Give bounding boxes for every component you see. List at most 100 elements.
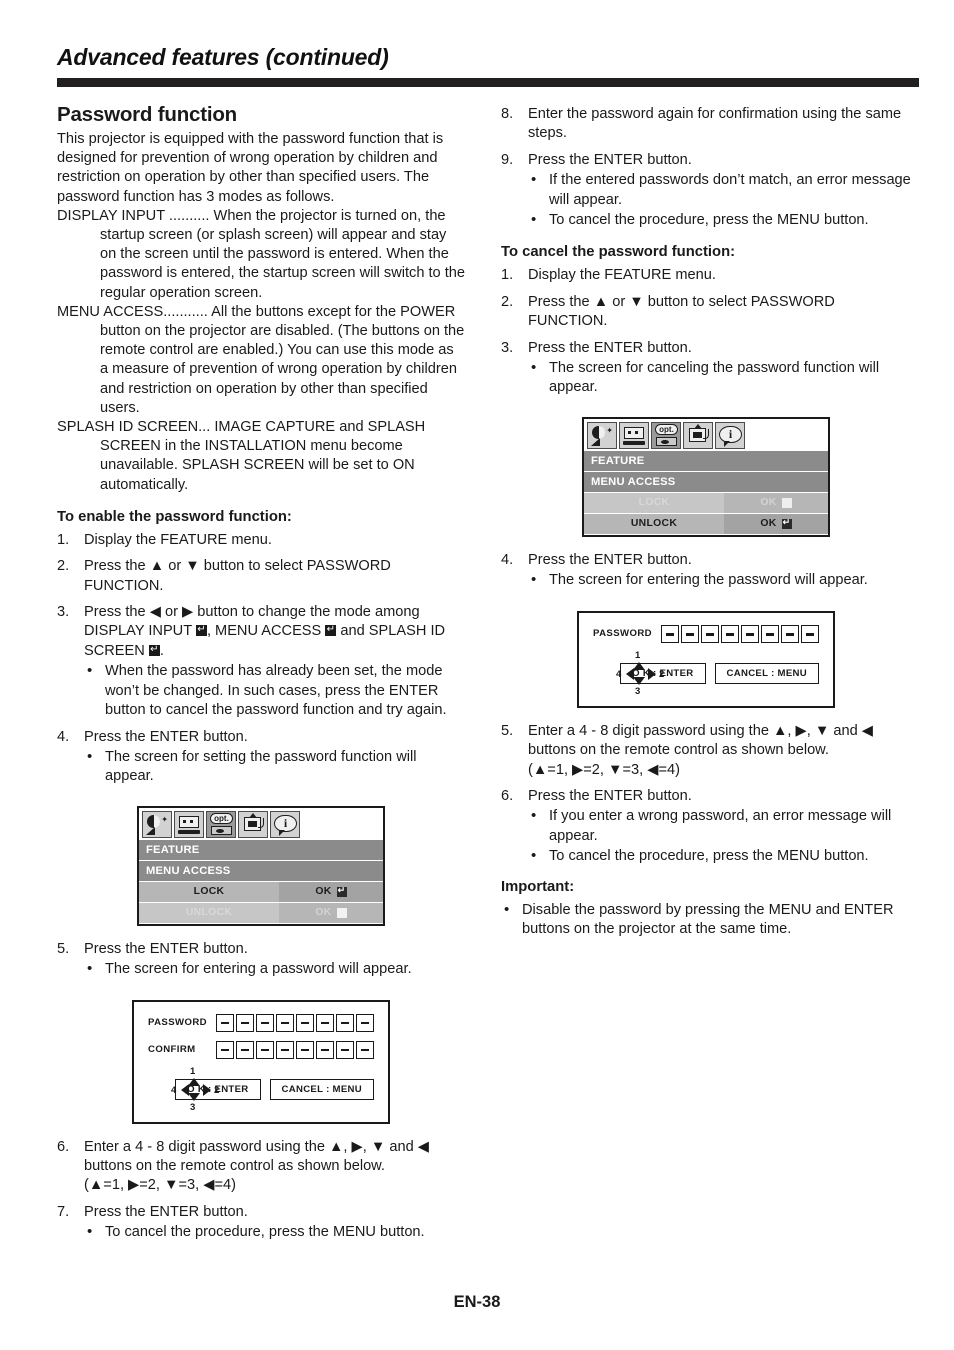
step-item: 2. Press the ▲ or ▼ button to select PAS… (57, 557, 465, 596)
digit-cell[interactable] (236, 1013, 254, 1032)
video-tab-icon[interactable] (619, 421, 649, 449)
digit-cell[interactable] (276, 1040, 294, 1059)
osd-menu-lock: ✦ opt. i FEATURE MENU ACCESS LOCK OK ↵ U… (137, 805, 385, 926)
step-item: 9. Press the ENTER button. If the entere… (501, 151, 911, 231)
digit-cell[interactable] (336, 1040, 354, 1059)
opt-tab-label: opt. (655, 423, 678, 435)
digit-cell[interactable] (701, 624, 719, 643)
arrow-down-icon (188, 1092, 200, 1101)
digit-cell[interactable] (236, 1040, 254, 1059)
dpad-right-label: 2 (659, 668, 665, 680)
osd-row-unlock[interactable]: UNLOCK OK (139, 902, 383, 924)
ok-label: OK (760, 518, 777, 530)
left-column: Password function This projector is equi… (57, 103, 465, 1250)
video-tab-icon[interactable] (174, 810, 204, 838)
cancel-menu-button[interactable]: CANCEL : MENU (269, 1079, 374, 1101)
image-tab-icon[interactable]: ✦ (142, 810, 172, 838)
digit-cell[interactable] (276, 1013, 294, 1032)
digit-cell[interactable] (336, 1013, 354, 1032)
bullet-item: When the password has already been set, … (84, 661, 465, 720)
osd-tab-strip: ✦ opt. i (139, 807, 383, 840)
osd-row-menu-access: MENU ACCESS (584, 471, 828, 493)
ok-label: OK (315, 907, 332, 919)
step-text: Enter a 4 - 8 digit password using the ▲… (528, 722, 873, 759)
digit-cell[interactable] (256, 1013, 274, 1032)
password-digit-boxes[interactable] (661, 624, 819, 643)
important-bullets: Disable the password by pressing the MEN… (501, 900, 911, 940)
enable-password-heading: To enable the password function: (57, 508, 292, 525)
step-number: 1. (57, 531, 70, 548)
digit-cell[interactable] (741, 624, 759, 643)
enable-steps-continued: 8. Enter the password again for confirma… (501, 105, 911, 230)
enter-key-icon (781, 517, 792, 529)
digit-cell[interactable] (316, 1040, 334, 1059)
password-digit-boxes[interactable] (216, 1013, 374, 1032)
dpad-left-label: 4 (171, 1084, 177, 1096)
step-bullets: The screen for canceling the password fu… (528, 358, 911, 398)
step-number: 6. (57, 1138, 70, 1155)
opt-tab-icon[interactable]: opt. (651, 421, 681, 449)
info-tab-label: i (719, 425, 742, 447)
step-number: 9. (501, 151, 514, 168)
dpad-right-label: 2 (214, 1084, 220, 1096)
password-figure-wrapper: PASSWORD CONFIRM 1 2 3 4 O K: ENTER CAN… (57, 987, 465, 1124)
digit-cell[interactable] (296, 1013, 314, 1032)
step-text: Press the ENTER button. (84, 728, 248, 745)
step-item: 1. Display the FEATURE menu. (57, 531, 465, 550)
bullet-item: The screen for entering a password will … (84, 959, 465, 979)
digit-cell[interactable] (216, 1040, 234, 1059)
digit-cell[interactable] (256, 1040, 274, 1059)
cancel-steps-list: 1. Display the FEATURE menu. 2. Press th… (501, 266, 911, 397)
dpad-down-label: 3 (635, 685, 641, 697)
mode-lead: MENU ACCESS........... (57, 303, 208, 320)
step-number: 4. (57, 728, 70, 745)
digit-cell[interactable] (761, 624, 779, 643)
installation-tab-icon[interactable] (238, 810, 268, 838)
installation-tab-icon[interactable] (683, 421, 713, 449)
direction-pad-diagram: 1 2 3 4 (593, 650, 664, 697)
info-tab-icon[interactable]: i (270, 810, 300, 838)
digit-cell[interactable] (721, 624, 739, 643)
digit-cell[interactable] (661, 624, 679, 643)
osd-unlock-value: OK (724, 513, 828, 534)
step-text: Press the ▲ or ▼ button to select PASSWO… (84, 558, 391, 594)
osd-row-lock[interactable]: LOCK OK (584, 492, 828, 514)
digit-cell[interactable] (801, 624, 819, 643)
cancel-menu-button[interactable]: CANCEL : MENU (714, 663, 819, 685)
step-item: 4. Press the ENTER button. The screen fo… (57, 728, 465, 787)
password-entry-figure-confirm: PASSWORD CONFIRM 1 2 3 4 O K: ENTER CAN… (132, 999, 390, 1124)
step-number: 2. (57, 558, 70, 575)
step-item: 8. Enter the password again for confirma… (501, 105, 911, 144)
digit-cell[interactable] (356, 1040, 374, 1059)
mode-splash-id-screen: SPLASH ID SCREEN... IMAGE CAPTURE and SP… (57, 418, 465, 495)
digit-cell[interactable] (681, 624, 699, 643)
arrow-down-icon (633, 676, 645, 685)
step-item: 2. Press the ▲ or ▼ button to select PAS… (501, 293, 911, 332)
arrow-up-icon (633, 661, 645, 670)
step-number: 2. (501, 293, 514, 310)
step-subtext: (▲=1, ▶=2, ▼=3, ◀=4) (528, 761, 680, 778)
digit-cell[interactable] (781, 624, 799, 643)
osd-row-lock[interactable]: LOCK OK (139, 881, 383, 903)
step-item: 3. Press the ENTER button. The screen fo… (501, 339, 911, 398)
bullet-item: The screen for canceling the password fu… (528, 358, 911, 398)
osd-lock-value: OK (724, 492, 828, 513)
confirm-row: CONFIRM (148, 1040, 374, 1059)
digit-cell[interactable] (316, 1013, 334, 1032)
image-tab-icon[interactable]: ✦ (587, 421, 617, 449)
digit-cell[interactable] (296, 1040, 314, 1059)
header-rule (57, 78, 919, 87)
info-tab-icon[interactable]: i (715, 421, 745, 449)
digit-cell[interactable] (356, 1013, 374, 1032)
step-number: 3. (501, 339, 514, 356)
osd-lock-label: LOCK (584, 492, 724, 513)
confirm-digit-boxes[interactable] (216, 1040, 374, 1059)
step-text: Press the ▲ or ▼ button to select PASSWO… (528, 293, 835, 330)
step-item: 4. Press the ENTER button. The screen fo… (501, 551, 911, 591)
mode-lead: DISPLAY INPUT .......... (57, 207, 210, 224)
arrow-left-icon (181, 1083, 189, 1096)
osd-row-unlock[interactable]: UNLOCK OK (584, 513, 828, 535)
dpad-up-label: 1 (190, 1065, 196, 1077)
digit-cell[interactable] (216, 1013, 234, 1032)
opt-tab-icon[interactable]: opt. (206, 810, 236, 838)
